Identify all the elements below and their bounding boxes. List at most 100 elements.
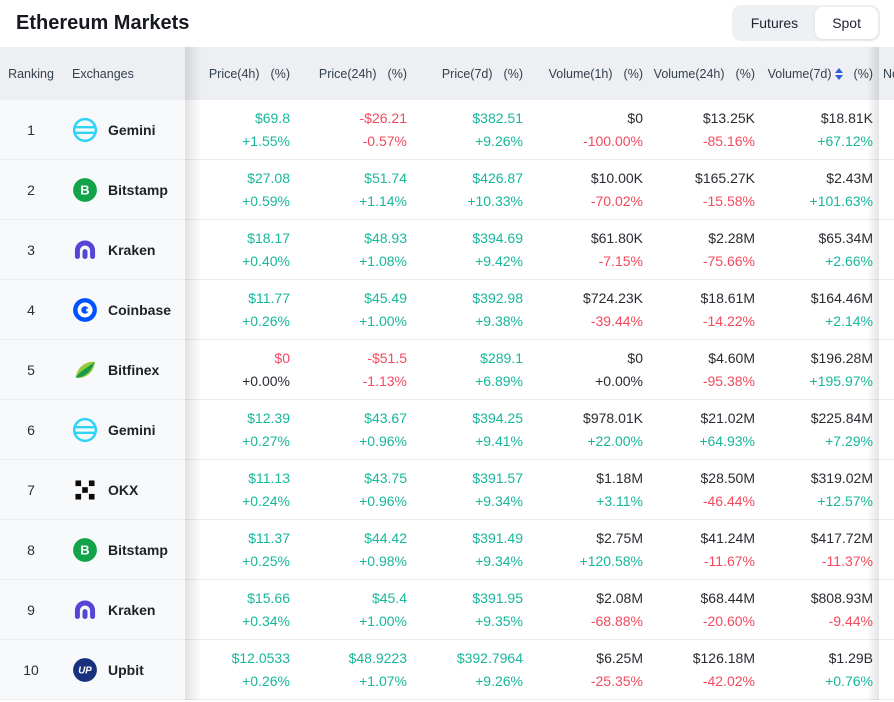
cell-percent: +10.33% bbox=[467, 193, 523, 209]
cell-percent: -75.66% bbox=[703, 253, 755, 269]
price-7d-cell: $391.57+9.34% bbox=[413, 460, 529, 519]
cell-value: $2.75M bbox=[596, 530, 643, 546]
price-4h-cell: $18.17+0.40% bbox=[185, 220, 296, 279]
price-7d-cell: $391.49+9.34% bbox=[413, 520, 529, 579]
exchange-cell[interactable]: BBitstamp bbox=[62, 520, 185, 579]
exchange-cell[interactable]: Kraken bbox=[62, 580, 185, 639]
cell-percent: +6.89% bbox=[475, 373, 523, 389]
volume-7d-cell: $18.81K+67.12% bbox=[761, 100, 879, 159]
cell-value: $2.28M bbox=[708, 230, 755, 246]
column-header-price-24h[interactable]: Price(24h)(%) bbox=[296, 47, 413, 100]
cell-value: $426.87 bbox=[472, 170, 523, 186]
spot-tab[interactable]: Spot bbox=[815, 7, 878, 39]
cell-value: $391.49 bbox=[472, 530, 523, 546]
pinned-right-cell bbox=[879, 580, 894, 639]
exchange-cell[interactable]: OKX bbox=[62, 460, 185, 519]
exchange-cell[interactable]: Bitfinex bbox=[62, 340, 185, 399]
price-4h-cell: $15.66+0.34% bbox=[185, 580, 296, 639]
column-header-pct-label: (%) bbox=[624, 67, 643, 81]
cell-value: $10.00K bbox=[591, 170, 643, 186]
cell-percent: -68.88% bbox=[591, 613, 643, 629]
pinned-right-cell bbox=[879, 100, 894, 159]
cell-percent: +0.96% bbox=[359, 493, 407, 509]
price-24h-cell: $48.93+1.08% bbox=[296, 220, 413, 279]
cell-value: $126.18M bbox=[693, 650, 755, 666]
column-header-label: Ne bbox=[883, 67, 894, 81]
table-header-row: RankingExchangesPrice(4h)(%)Price(24h)(%… bbox=[0, 47, 894, 100]
table-row[interactable]: 3Kraken$18.17+0.40%$48.93+1.08%$394.69+9… bbox=[0, 220, 894, 280]
sort-up-arrow-icon bbox=[835, 68, 843, 73]
futures-tab[interactable]: Futures bbox=[734, 7, 815, 39]
volume-7d-cell: $65.34M+2.66% bbox=[761, 220, 879, 279]
cell-value: $11.37 bbox=[248, 530, 290, 546]
volume-24h-cell: $68.44M -20.60% bbox=[649, 580, 761, 639]
cell-percent: -25.35% bbox=[591, 673, 643, 689]
volume-1h-cell: $978.01K+22.00% bbox=[529, 400, 649, 459]
cell-percent: -39.44% bbox=[591, 313, 643, 329]
volume-24h-cell: $28.50M-46.44% bbox=[649, 460, 761, 519]
price-4h-cell: $27.08+0.59% bbox=[185, 160, 296, 219]
okx-logo-icon bbox=[72, 477, 98, 503]
table-row[interactable]: 2BBitstamp$27.08+0.59%$51.74+1.14%$426.8… bbox=[0, 160, 894, 220]
column-header-exchanges: Exchanges bbox=[62, 47, 185, 100]
cell-value: $392.98 bbox=[472, 290, 523, 306]
exchange-name: Coinbase bbox=[108, 302, 171, 318]
gemini-logo-icon bbox=[72, 117, 98, 143]
cell-value: $11.77 bbox=[248, 290, 290, 306]
page-title: Ethereum Markets bbox=[16, 12, 189, 35]
table-row[interactable]: 10UPUpbit$12.0533+0.26%$48.9223+1.07%$39… bbox=[0, 640, 894, 700]
volume-1h-cell: $2.75M+120.58% bbox=[529, 520, 649, 579]
svg-text:B: B bbox=[80, 182, 89, 197]
table-row[interactable]: 6Gemini$12.39+0.27%$43.67+0.96%$394.25+9… bbox=[0, 400, 894, 460]
column-header-label: Volume(1h) bbox=[549, 67, 613, 81]
cell-percent: +0.96% bbox=[359, 433, 407, 449]
column-header-pct-label: (%) bbox=[388, 67, 407, 81]
price-4h-cell: $12.39+0.27% bbox=[185, 400, 296, 459]
cell-value: $68.44M bbox=[701, 590, 755, 606]
rank-cell: 6 bbox=[0, 400, 62, 459]
column-header-price-7d[interactable]: Price(7d)(%) bbox=[413, 47, 529, 100]
exchange-cell[interactable]: Gemini bbox=[62, 400, 185, 459]
cell-percent: +101.63% bbox=[810, 193, 873, 209]
price-7d-cell: $289.1 +6.89% bbox=[413, 340, 529, 399]
volume-24h-cell: $126.18M -42.02% bbox=[649, 640, 761, 699]
table-row[interactable]: 7OKX$11.13+0.24%$43.75+0.96%$391.57+9.34… bbox=[0, 460, 894, 520]
table-row[interactable]: 4Coinbase$11.77+0.26%$45.49+1.00%$392.98… bbox=[0, 280, 894, 340]
cell-percent: -42.02% bbox=[703, 673, 755, 689]
cell-value: $48.9223 bbox=[349, 650, 407, 666]
cell-value: $319.02M bbox=[811, 470, 873, 486]
exchange-cell[interactable]: Coinbase bbox=[62, 280, 185, 339]
table-row[interactable]: 9Kraken$15.66+0.34%$45.4+1.00%$391.95+9.… bbox=[0, 580, 894, 640]
table-row[interactable]: 1Gemini$69.8+1.55%-$26.21-0.57%$382.51+9… bbox=[0, 100, 894, 160]
price-4h-cell: $0+0.00% bbox=[185, 340, 296, 399]
rank-cell: 8 bbox=[0, 520, 62, 579]
cell-percent: -20.60% bbox=[703, 613, 755, 629]
cell-value: $289.1 bbox=[480, 350, 523, 366]
cell-value: $1.18M bbox=[596, 470, 643, 486]
column-header-next-clipped: Ne bbox=[879, 47, 894, 100]
column-header-price-4h[interactable]: Price(4h)(%) bbox=[185, 47, 296, 100]
volume-24h-cell: $4.60M-95.38% bbox=[649, 340, 761, 399]
cell-percent: +0.59% bbox=[242, 193, 290, 209]
exchange-cell[interactable]: Kraken bbox=[62, 220, 185, 279]
price-24h-cell: $45.49+1.00% bbox=[296, 280, 413, 339]
exchange-cell[interactable]: Gemini bbox=[62, 100, 185, 159]
column-header-label: Volume(24h) bbox=[654, 67, 725, 81]
volume-7d-cell: $808.93M-9.44% bbox=[761, 580, 879, 639]
price-24h-cell: $43.75+0.96% bbox=[296, 460, 413, 519]
cell-percent: -1.13% bbox=[363, 373, 407, 389]
exchange-cell[interactable]: UPUpbit bbox=[62, 640, 185, 699]
column-header-volume-1h[interactable]: Volume(1h) (%) bbox=[529, 47, 649, 100]
table-row[interactable]: 5Bitfinex$0+0.00%-$51.5-1.13%$289.1+6.89… bbox=[0, 340, 894, 400]
column-header-volume-7d[interactable]: Volume(7d)(%) bbox=[761, 47, 879, 100]
cell-value: $45.49 bbox=[364, 290, 407, 306]
pinned-right-cell bbox=[879, 160, 894, 219]
column-header-volume-24h[interactable]: Volume(24h)(%) bbox=[649, 47, 761, 100]
rank-cell: 3 bbox=[0, 220, 62, 279]
exchange-cell[interactable]: BBitstamp bbox=[62, 160, 185, 219]
price-7d-cell: $394.69+9.42% bbox=[413, 220, 529, 279]
table-row[interactable]: 8BBitstamp$11.37+0.25%$44.42+0.98%$391.4… bbox=[0, 520, 894, 580]
cell-percent: +9.26% bbox=[475, 133, 523, 149]
pinned-right-cell bbox=[879, 460, 894, 519]
sort-icon[interactable] bbox=[835, 68, 843, 80]
